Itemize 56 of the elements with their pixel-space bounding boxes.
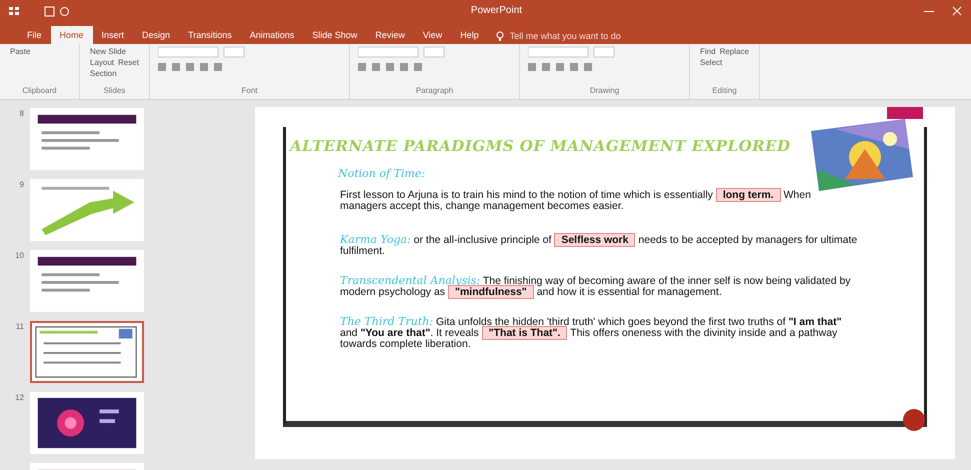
paragraph: Transcendental Analysis: The finishing way of becoming aware of the inner self is now being validated by modern psychology as "mindfulness" and how it is essential for management. [340,275,852,298]
point-heading: Notion of Time: [338,166,426,182]
ribbon-tab[interactable]: Insert [92,26,134,44]
slide-thumbnail[interactable] [30,392,144,454]
ribbon-tab[interactable]: Design [133,26,180,44]
save-icon[interactable] [44,6,55,16]
slide-thumbnail[interactable] [30,250,144,312]
ribbon-button[interactable]: Paste [8,46,32,57]
group-label: Drawing [588,85,620,97]
close-icon[interactable] [951,6,963,16]
ribbon-button[interactable]: Replace [718,46,751,57]
undo-icon[interactable] [59,6,70,16]
group-label: Paragraph [414,85,454,97]
ribbon-button[interactable]: New Slide [88,46,128,57]
ribbon-tab[interactable]: Transitions [179,26,241,44]
ribbon-button[interactable]: Layout [88,57,116,68]
group-label: Font [240,85,258,97]
ribbon-tab[interactable]: Review [366,26,414,44]
ribbon-tab[interactable]: File [18,26,51,44]
slide-tag [887,107,923,119]
slide-number: 8 [18,108,24,120]
slide-thumbnail[interactable] [30,179,144,241]
point-heading: Karma Yoga: [340,233,411,246]
ribbon-tab[interactable]: Home [50,26,93,44]
paragraph: Karma Yoga: or the all-inclusive principle of Selfless work needs to be accepted by managers for ultimate fulfilment. [340,234,858,257]
point-heading: Transcendental Analysis: [340,274,480,287]
ribbon-button[interactable]: Select [698,57,724,68]
slide-number: 11 [14,321,24,333]
group-label: Slides [102,85,126,97]
slide-number: 12 [14,392,24,404]
record-button[interactable] [903,409,925,431]
slide-number: 10 [14,250,24,262]
slide-title: ALTERNATE PARADIGMS OF MANAGEMENT EXPLORED [290,136,792,157]
window-title: PowerPoint [470,4,524,18]
lightbulb-icon [496,29,504,44]
paragraph: First lesson to Arjuna is to train his mind to the notion of time which is essentially long term. When managers accept this, change management becomes easier. [340,190,812,212]
slide-thumbnail[interactable] [30,321,144,383]
highlighted-term: "mindfulness" [448,285,534,299]
app-menu-icon[interactable] [8,6,20,16]
highlighted-term: Selfless work [554,233,636,247]
ribbon-tab[interactable]: Help [451,26,488,44]
tell-me-field[interactable]: Tell me what you want to do [508,28,678,44]
highlighted-term: "That is That". [482,326,568,340]
slide-thumbnail[interactable] [30,108,144,170]
ribbon-tab[interactable]: Animations [240,26,304,44]
paragraph: The Third Truth: Gita unfolds the hidden 'third truth' which goes beyond the first two truths of "I am that" and "You are that". It reveals "That is That". This offers oneness with the divinity inside and a pathway towards complete liberation. [340,316,843,350]
ribbon-button[interactable]: Reset [116,57,141,68]
group-label: Clipboard [21,85,58,97]
ribbon-tab[interactable]: Slide Show [303,26,366,44]
point-heading: The Third Truth: [340,315,434,328]
highlighted-term: long term. [716,188,781,202]
slide-number: 9 [18,179,24,191]
ribbon-tab[interactable]: View [414,26,452,44]
ribbon-button[interactable]: Find [698,46,718,57]
group-label: Editing [711,85,738,97]
ribbon-button[interactable]: Section [88,68,119,79]
